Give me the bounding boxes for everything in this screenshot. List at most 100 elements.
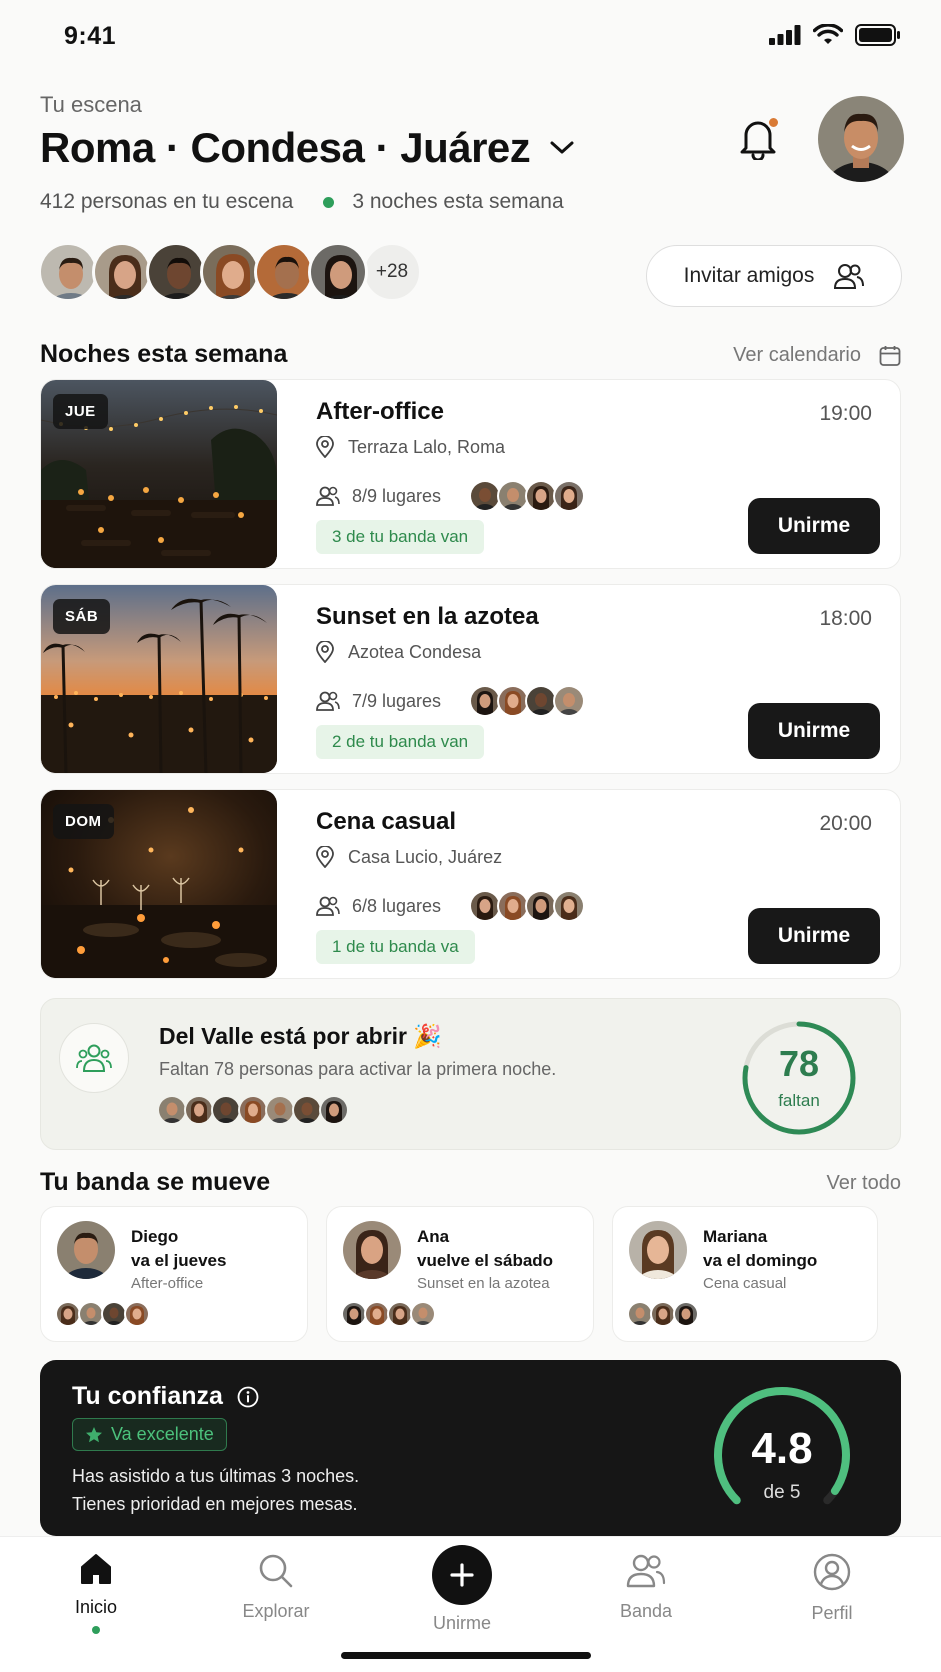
calendar-icon: [879, 345, 901, 366]
trust-score-max: de 5: [763, 1482, 801, 1503]
friend-name: Ana: [417, 1227, 450, 1246]
location-pin-icon: [316, 641, 334, 663]
scene-eyebrow: Tu escena: [40, 92, 142, 117]
avatar: [553, 890, 586, 922]
avatar: [157, 1095, 187, 1125]
view-calendar-link[interactable]: Ver calendario: [733, 344, 901, 367]
event-time: 18:00: [819, 607, 872, 630]
avatar: [92, 242, 152, 302]
invite-friends-button[interactable]: Invitar amigos: [646, 245, 902, 307]
friend-event: Sunset en la azotea: [417, 1275, 550, 1292]
notifications-button[interactable]: [738, 116, 782, 162]
tab-explorar[interactable]: Explorar: [206, 1553, 346, 1622]
tab-label: Unirme: [432, 1613, 491, 1633]
search-icon: [259, 1554, 293, 1588]
wifi-icon: [813, 24, 843, 44]
plus-icon: [432, 1545, 492, 1605]
tab-unirme[interactable]: Unirme: [392, 1545, 532, 1634]
friends-going-badge: 3 de tu banda van: [316, 520, 485, 554]
event-location: Terraza Lalo, Roma: [316, 436, 505, 458]
status-icons: [769, 24, 901, 46]
people-count: 412 personas en tu escena: [40, 190, 294, 213]
friend-activity-card[interactable]: Ana vuelve el sábado Sunset en la azotea: [326, 1206, 594, 1342]
attendee-avatars: [469, 890, 586, 922]
spots-label: 7/9 lugares: [352, 690, 442, 711]
friends-going-badge: 2 de tu banda van: [316, 725, 485, 759]
attendee-avatars: [627, 1301, 699, 1327]
remaining-progress-ring: 78 faltan: [740, 1019, 858, 1137]
active-tab-dot: [92, 1626, 100, 1634]
more-members-count: +28: [362, 242, 422, 302]
day-badge: DOM: [53, 804, 114, 839]
event-spots: 7/9 lugares: [316, 685, 586, 717]
scene-members[interactable]: +28: [38, 242, 422, 302]
new-scene-card[interactable]: Del Valle está por abrir 🎉 Faltan 78 per…: [40, 998, 901, 1150]
live-dot: [323, 196, 335, 208]
trust-line-1: Has asistido a tus últimas 3 noches.: [72, 1466, 360, 1486]
friend-activity-card[interactable]: Diego va el jueves After-office: [40, 1206, 308, 1342]
new-scene-subtitle: Faltan 78 personas para activar la prime…: [159, 1059, 557, 1079]
avatar: [319, 1095, 349, 1125]
avatar: [410, 1301, 436, 1327]
day-badge: JUE: [53, 394, 108, 429]
banda-section-title: Tu banda se mueve: [40, 1168, 271, 1196]
event-title: After-office: [316, 398, 445, 425]
friend-action: va el domingo: [703, 1251, 818, 1270]
view-all-link[interactable]: Ver todo: [826, 1172, 901, 1195]
nights-count: 3 noches esta semana: [352, 190, 564, 213]
avatar: [200, 242, 260, 302]
location-pin-icon: [316, 846, 334, 868]
event-spots: 8/9 lugares: [316, 480, 586, 512]
status-time: 9:41: [64, 22, 117, 50]
avatar: [308, 242, 368, 302]
tab-label: Inicio: [74, 1597, 118, 1617]
signal-icon: [769, 25, 801, 45]
trust-status-badge: Va excelente: [72, 1418, 227, 1451]
tab-perfil[interactable]: Perfil: [762, 1553, 902, 1624]
join-button[interactable]: Unirme: [748, 498, 880, 554]
tab-banda[interactable]: Banda: [576, 1553, 716, 1622]
event-card[interactable]: JUE After-office 19:00 Terraza Lalo, Rom…: [40, 379, 901, 569]
week-section-title: Noches esta semana: [40, 340, 288, 368]
attendee-avatars: [341, 1301, 436, 1327]
attendee-avatars: [469, 685, 586, 717]
friend-event: Cena casual: [703, 1275, 787, 1292]
friend-text: Mariana va el domingo: [703, 1225, 817, 1273]
trust-status-label: Va excelente: [111, 1424, 214, 1444]
join-button[interactable]: Unirme: [748, 908, 880, 964]
friend-name: Diego: [131, 1227, 179, 1246]
event-image-terrace: JUE: [41, 380, 277, 568]
new-scene-title: Del Valle está por abrir 🎉: [159, 1023, 443, 1049]
people-icon: [316, 691, 340, 711]
tab-label: Explorar: [242, 1601, 310, 1621]
join-button[interactable]: Unirme: [748, 703, 880, 759]
avatar: [629, 1221, 687, 1279]
attendee-avatars: [55, 1301, 150, 1327]
avatar: [146, 242, 206, 302]
profile-icon: [813, 1553, 851, 1591]
event-location: Casa Lucio, Juárez: [316, 846, 502, 868]
people-icon: [316, 486, 340, 506]
friend-activity-card[interactable]: Mariana va el domingo Cena casual: [612, 1206, 878, 1342]
event-time: 20:00: [819, 812, 872, 835]
trust-title-row: Tu confianza: [72, 1382, 259, 1411]
scene-title: Roma · Condesa · Juárez: [40, 124, 531, 171]
chevron-down-icon: [550, 141, 574, 154]
friend-text: Diego va el jueves: [131, 1225, 226, 1273]
event-card[interactable]: DOM Cena casual 20:00 Casa Lucio, Juárez…: [40, 789, 901, 979]
friend-action: vuelve el sábado: [417, 1251, 554, 1270]
trust-card[interactable]: Tu confianza Va excelente Has asistido a…: [40, 1360, 901, 1536]
profile-avatar[interactable]: [818, 96, 904, 182]
event-card[interactable]: SÁB Sunset en la azotea 18:00 Azotea Con…: [40, 584, 901, 774]
attendee-avatars: [469, 480, 586, 512]
trust-title: Tu confianza: [72, 1382, 223, 1410]
info-icon[interactable]: [237, 1386, 259, 1408]
event-place-label: Casa Lucio, Juárez: [348, 846, 503, 867]
scene-selector[interactable]: Roma · Condesa · Juárez: [40, 124, 576, 172]
friend-text: Ana vuelve el sábado: [417, 1225, 553, 1273]
avatar: [553, 685, 586, 717]
friend-event: After-office: [131, 1275, 204, 1292]
day-badge: SÁB: [53, 599, 111, 634]
event-location: Azotea Condesa: [316, 641, 481, 663]
tab-inicio[interactable]: Inicio: [26, 1553, 166, 1634]
